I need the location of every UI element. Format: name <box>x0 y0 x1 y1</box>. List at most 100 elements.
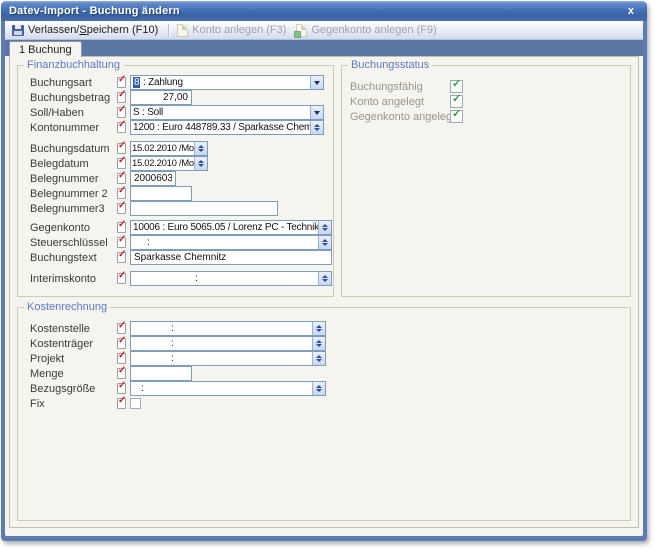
label-projekt: Projekt <box>30 353 117 365</box>
apply-checkbox-icon[interactable]: ✓ <box>117 273 126 284</box>
dropdown-arrow-icon[interactable] <box>310 106 323 119</box>
buchungsdatum-date-field[interactable]: 15.02.2010 /Mo <box>130 141 208 156</box>
red-check-glyph: ✓ <box>118 120 126 130</box>
red-check-glyph: ✓ <box>118 105 126 115</box>
red-check-glyph: ✓ <box>118 220 126 230</box>
label-bezugsgroesse: Bezugsgröße <box>30 383 117 395</box>
field-row-buchungstext: Buchungstext✓ <box>18 250 333 265</box>
window-body: Verlassen/Speichern (F10) Konto anlegen … <box>5 21 643 536</box>
label-buchungstext: Buchungstext <box>30 252 117 264</box>
label-kostentraeger: Kostenträger <box>30 338 117 350</box>
spinner-arrows-icon[interactable] <box>318 221 331 234</box>
apply-checkbox-icon[interactable]: ✓ <box>117 77 126 88</box>
status-label-gegenkonto_angelegt: Gegenkonto angelegt <box>350 111 450 123</box>
gegenkonto-spinner-field[interactable]: 10006 : Euro 5065.05 / Lorenz PC - Techn… <box>130 220 332 235</box>
buchungsstatus-rows: Buchungsfähig✓Konto angelegt✓Gegenkonto … <box>342 79 630 124</box>
kontonummer-spinner-field[interactable]: 1200 : Euro 448789.33 / Sparkasse Chemni… <box>130 120 324 135</box>
apply-checkbox-icon[interactable]: ✓ <box>117 158 126 169</box>
red-check-glyph: ✓ <box>118 186 126 196</box>
group-finanzbuchhaltung: Finanzbuchhaltung Buchungsart✓8 : Zahlun… <box>17 65 334 297</box>
fix-checkbox[interactable] <box>130 398 141 409</box>
red-check-glyph: ✓ <box>118 171 126 181</box>
red-check-glyph: ✓ <box>118 366 126 376</box>
label-fix: Fix <box>30 398 117 410</box>
apply-checkbox-icon[interactable]: ✓ <box>117 173 126 184</box>
menge-input[interactable] <box>130 366 192 381</box>
spinner-arrows-icon[interactable] <box>312 322 325 335</box>
buchungsfaehig-checkbox[interactable]: ✓ <box>450 80 463 93</box>
field-row-gegenkonto: Gegenkonto✓10006 : Euro 5065.05 / Lorenz… <box>18 220 333 235</box>
apply-checkbox-icon[interactable]: ✓ <box>117 143 126 154</box>
apply-checkbox-icon[interactable]: ✓ <box>117 398 126 409</box>
titlebar[interactable]: Datev-Import - Buchung ändern x <box>1 1 647 21</box>
red-check-glyph: ✓ <box>118 90 126 100</box>
tab-strip: 1 Buchung <box>5 40 643 56</box>
belegnummer-input[interactable] <box>130 171 176 186</box>
apply-checkbox-icon[interactable]: ✓ <box>117 107 126 118</box>
field-row-kontonummer: Kontonummer✓1200 : Euro 448789.33 / Spar… <box>18 120 333 135</box>
new-page-plus-icon <box>296 24 307 37</box>
dropdown-arrow-icon[interactable] <box>310 76 323 89</box>
create-contra-account-label: Gegenkonto anlegen (F9) <box>311 24 436 36</box>
red-check-glyph: ✓ <box>118 250 126 260</box>
belegnummer3-input[interactable] <box>130 201 278 216</box>
belegdatum-date-field[interactable]: 15.02.2010 /Mo <box>130 156 208 171</box>
create-contra-account-button[interactable]: Gegenkonto anlegen (F9) <box>292 23 442 38</box>
interimskonto-spinner-field[interactable]: : <box>130 271 332 286</box>
field-row-fix: Fix✓ <box>18 396 630 411</box>
status-row-gegenkonto_angelegt: Gegenkonto angelegt✓ <box>342 109 630 124</box>
leave-save-button[interactable]: Verlassen/Speichern (F10) <box>8 23 164 37</box>
apply-checkbox-icon[interactable]: ✓ <box>117 222 126 233</box>
apply-checkbox-icon[interactable]: ✓ <box>117 122 126 133</box>
gegenkonto_angelegt-checkbox[interactable]: ✓ <box>450 110 463 123</box>
apply-checkbox-icon[interactable]: ✓ <box>117 237 126 248</box>
red-check-glyph: ✓ <box>118 396 126 406</box>
belegnummer2-input[interactable] <box>130 186 192 201</box>
spinner-arrows-icon[interactable] <box>310 121 323 134</box>
tab-1-buchung[interactable]: 1 Buchung <box>9 41 82 57</box>
label-belegnummer2: Belegnummer 2 <box>30 188 117 200</box>
kostentraeger-spinner-field[interactable]: : <box>130 336 326 351</box>
apply-checkbox-icon[interactable]: ✓ <box>117 323 126 334</box>
label-steuerschluessel: Steuerschlüssel <box>30 237 117 249</box>
field-value: 10006 : Euro 5065.05 / Lorenz PC - Techn… <box>131 221 318 234</box>
apply-checkbox-icon[interactable]: ✓ <box>117 383 126 394</box>
date-spinner-arrows-icon[interactable] <box>194 157 207 170</box>
field-row-buchungsdatum: Buchungsdatum✓15.02.2010 /Mo <box>18 141 333 156</box>
red-check-glyph: ✓ <box>118 271 126 281</box>
projekt-spinner-field[interactable]: : <box>130 351 326 366</box>
steuerschluessel-spinner-field[interactable]: : <box>130 235 332 250</box>
date-value: 15.02.2010 /Mo <box>131 142 194 155</box>
spinner-arrows-icon[interactable] <box>312 337 325 350</box>
apply-checkbox-icon[interactable]: ✓ <box>117 368 126 379</box>
buchungstext-input[interactable] <box>130 250 332 265</box>
apply-checkbox-icon[interactable]: ✓ <box>117 203 126 214</box>
bezugsgroesse-spinner-field[interactable]: : <box>130 381 326 396</box>
kostenstelle-spinner-field[interactable]: : <box>130 321 326 336</box>
field-row-belegnummer: Belegnummer✓ <box>18 171 333 186</box>
spinner-arrows-icon[interactable] <box>318 236 331 249</box>
konto_angelegt-checkbox[interactable]: ✓ <box>450 95 463 108</box>
label-belegnummer: Belegnummer <box>30 173 117 185</box>
field-row-steuerschluessel: Steuerschlüssel✓: <box>18 235 333 250</box>
date-spinner-arrows-icon[interactable] <box>194 142 207 155</box>
green-check-glyph: ✓ <box>452 94 461 105</box>
spinner-arrows-icon[interactable] <box>318 272 331 285</box>
buchungsart-dropdown[interactable]: 8 : Zahlung <box>130 75 324 90</box>
create-account-button[interactable]: Konto anlegen (F3) <box>173 23 292 38</box>
buchungsbetrag-input[interactable] <box>130 90 192 105</box>
apply-checkbox-icon[interactable]: ✓ <box>117 252 126 263</box>
apply-checkbox-icon[interactable]: ✓ <box>117 353 126 364</box>
new-page-icon <box>177 24 188 37</box>
apply-checkbox-icon[interactable]: ✓ <box>117 338 126 349</box>
soll_haben-dropdown[interactable]: S : Soll <box>130 105 324 120</box>
apply-checkbox-icon[interactable]: ✓ <box>117 188 126 199</box>
apply-checkbox-icon[interactable]: ✓ <box>117 92 126 103</box>
spinner-arrows-icon[interactable] <box>312 352 325 365</box>
status-label-buchungsfaehig: Buchungsfähig <box>350 81 450 93</box>
spinner-arrows-icon[interactable] <box>312 382 325 395</box>
field-value: : <box>131 337 312 350</box>
window-title: Datev-Import - Buchung ändern <box>9 5 623 17</box>
red-check-glyph: ✓ <box>118 156 126 166</box>
close-icon[interactable]: x <box>623 4 639 18</box>
